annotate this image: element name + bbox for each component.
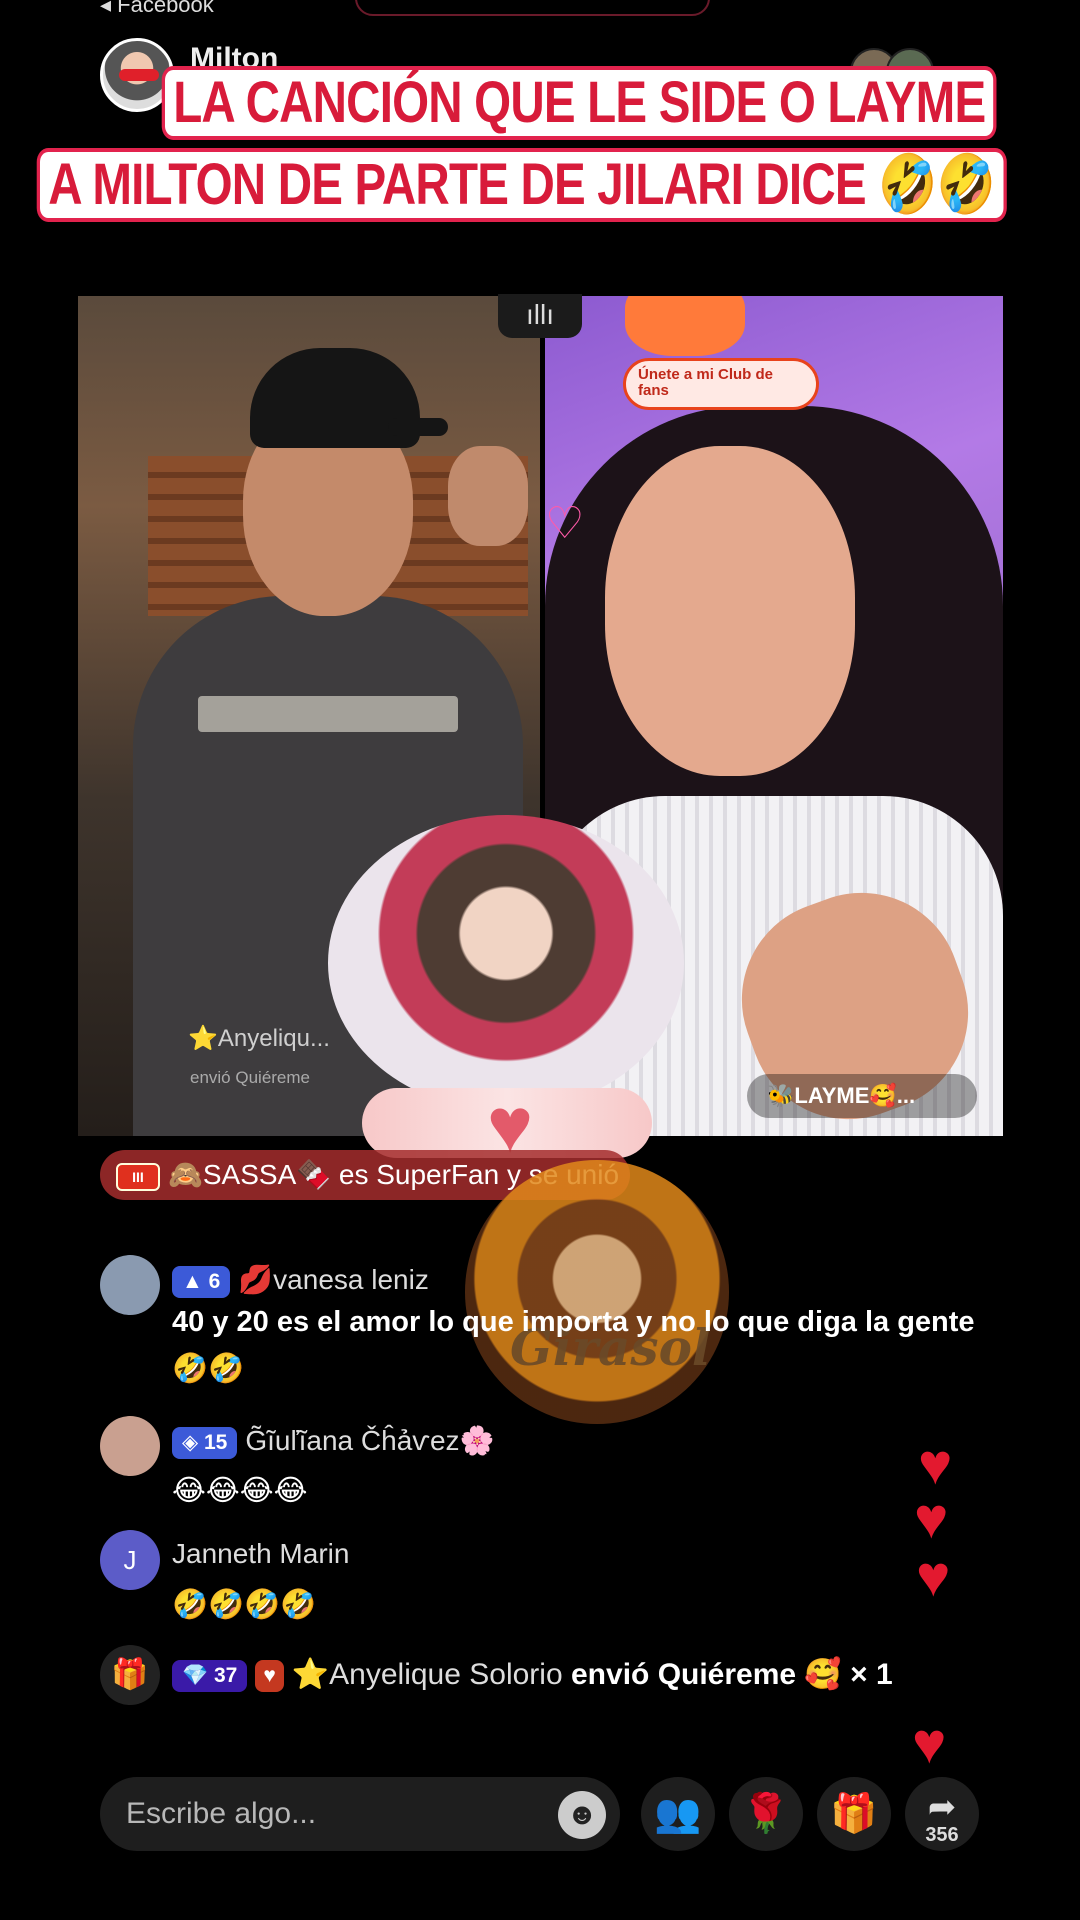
club-mascot-icon [625, 296, 745, 356]
commenter-avatar[interactable]: J [100, 1530, 160, 1590]
commenter-avatar[interactable] [100, 1255, 160, 1315]
level-badge: 💎 37 [172, 1660, 248, 1693]
guests-button[interactable]: 👥 [641, 1777, 715, 1851]
comment-item[interactable]: ▲ 6 💋vanesa leniz 40 y 20 es el amor lo q… [100, 1255, 1000, 1385]
fan-club-button[interactable]: Únete a mi Club de fans [623, 358, 819, 410]
gift-comment-item[interactable]: 🎁 💎 37 ♥ ⭐Anyelique Solorio envió Quiéreme… [100, 1645, 1000, 1705]
superfan-badge: III [116, 1162, 160, 1191]
share-count: 356 [925, 1824, 959, 1846]
emoji-icon[interactable]: ☻ [558, 1791, 606, 1839]
heart-icon: ♥ [916, 1544, 951, 1609]
gift-message: envió Quiéreme 🥰 × 1 [571, 1658, 893, 1691]
heart-icon: ♥ [912, 1711, 947, 1776]
caption-line-1: La canción que le side o Layme [165, 70, 1015, 136]
hoodie-logo [198, 696, 458, 732]
rose-icon: 🌹 [742, 1793, 790, 1835]
caption-text-2: A Milton de parte de Jilari dice 🤣🤣 [40, 152, 1004, 218]
share-arrow-icon: ➦ [927, 1788, 957, 1826]
guests-icon: 👥 [654, 1793, 702, 1835]
heart-icon: ♥ [914, 1486, 949, 1551]
comment-text: 🤣🤣🤣🤣 [172, 1589, 317, 1621]
comment-item[interactable]: ◈ 15 G̃ĩuľĩanа Čĥảѵez🌸 😂😂😂😂 [100, 1416, 1000, 1507]
left-gift-text: envió Quiéreme [190, 1068, 311, 1087]
black-cap [250, 348, 448, 448]
comment-input-bar[interactable]: ☻ [100, 1777, 620, 1851]
heart-outline-icon: ♡ [545, 499, 585, 548]
commenter-name[interactable]: Janneth Marin [172, 1538, 349, 1570]
level-badge: ◈ 15 [172, 1426, 238, 1459]
comment-header: ▲ 6 💋vanesa leniz [172, 1263, 429, 1298]
host-avatar[interactable] [100, 38, 174, 112]
gift-comment-line: 💎 37 ♥ ⭐Anyelique Solorio envió Quiéreme 🥰… [172, 1657, 893, 1693]
commenter-avatar[interactable] [100, 1416, 160, 1476]
top-status-pill [355, 0, 710, 16]
comment-item[interactable]: J Janneth Marin 🤣🤣🤣🤣 [100, 1530, 1000, 1621]
right-user-name-pill[interactable]: 🐝LAYME🥰... [747, 1074, 977, 1118]
back-to-facebook-link[interactable]: ◂ Facebook [100, 0, 214, 18]
comment-input[interactable] [126, 1777, 526, 1851]
raised-hand [448, 446, 528, 546]
comment-header: ◈ 15 G̃ĩuľĩanа Čĥảѵez🌸 [172, 1424, 494, 1459]
audio-bars-icon[interactable]: ıllı [498, 294, 582, 338]
commenter-name[interactable]: G̃ĩuľĩanа Čĥảѵez🌸 [245, 1425, 494, 1456]
gift-box-icon: 🎁 [830, 1793, 878, 1835]
commenter-name[interactable]: 💋vanesa leniz [238, 1264, 429, 1295]
caption-line-2: A Milton de parte de Jilari dice 🤣🤣 [40, 152, 1080, 218]
level-badge: ▲ 6 [172, 1265, 231, 1298]
comment-text: 40 y 20 es el amor lo que importa y no l… [172, 1306, 975, 1385]
rose-button[interactable]: 🌹 [729, 1777, 803, 1851]
left-gift-user: ⭐Anyeliqu... [188, 1025, 330, 1052]
gifter-name[interactable]: ⭐Anyelique Solorio [292, 1658, 563, 1691]
caption-text-1: La canción que le side o Layme [165, 70, 994, 136]
gift-animation-avatar [328, 815, 684, 1111]
gift-button[interactable]: 🎁 [817, 1777, 891, 1851]
share-button[interactable]: ➦ 356 [905, 1777, 979, 1851]
person-face [605, 446, 855, 776]
fan-badge: ♥ [255, 1660, 284, 1693]
comment-text: 😂😂😂😂 [172, 1475, 308, 1507]
gift-icon: 🎁 [100, 1645, 160, 1705]
